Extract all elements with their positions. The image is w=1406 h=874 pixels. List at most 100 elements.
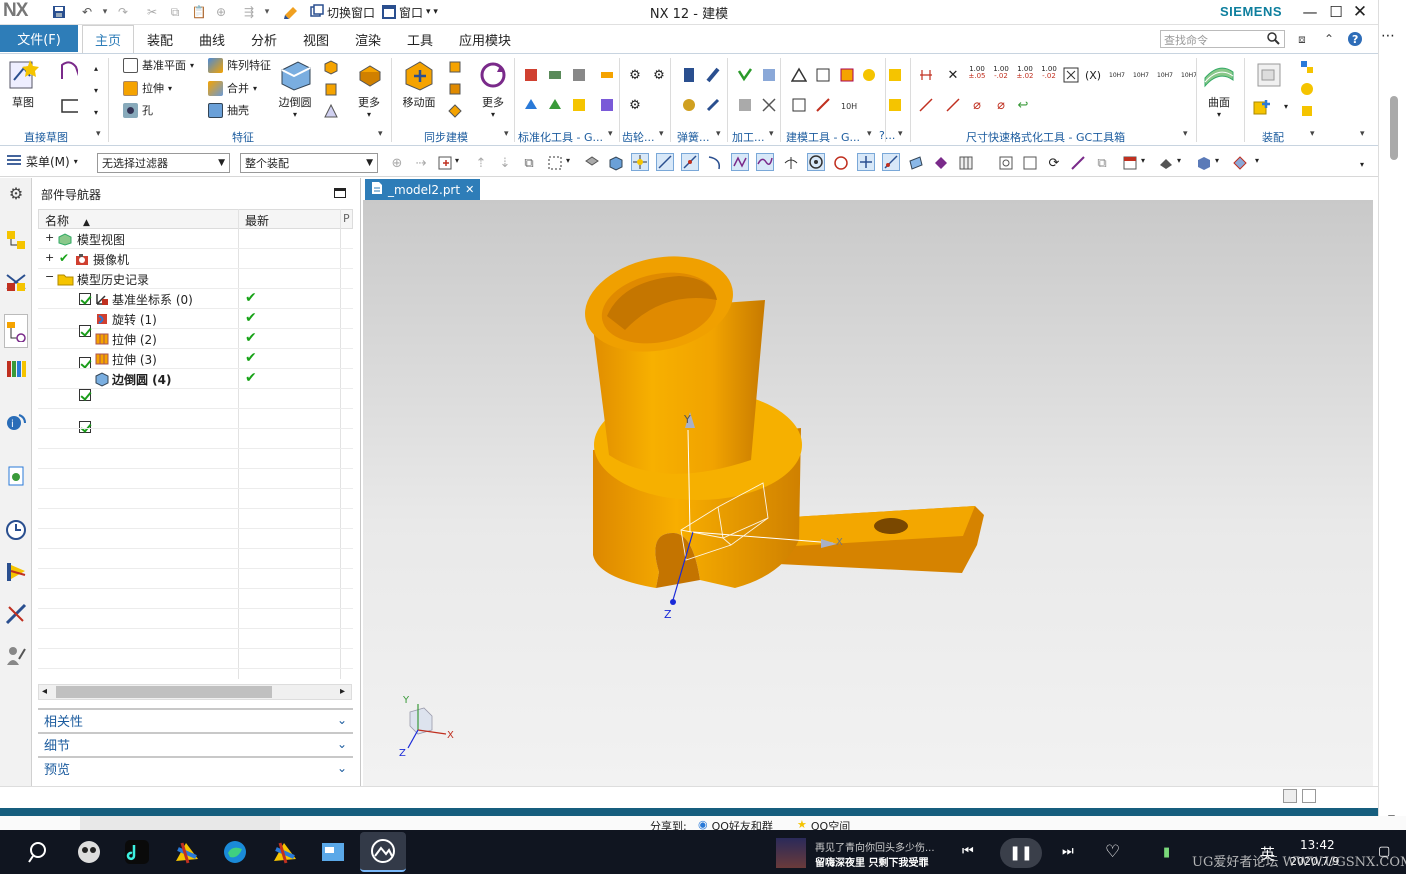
offset-region-icon[interactable] (446, 80, 464, 98)
tree-row[interactable] (38, 329, 353, 349)
zoom-view-icon[interactable] (1021, 154, 1039, 172)
close-tab-icon[interactable]: ✕ (465, 183, 474, 196)
dim-return-icon[interactable]: ↩ (1014, 96, 1032, 114)
chevron-down-icon[interactable]: ▾ (1215, 156, 1219, 165)
dim-format-4[interactable]: 1.00 -.02 (1040, 64, 1058, 82)
fit-view-icon[interactable] (997, 154, 1015, 172)
chevron-down-icon[interactable]: ▾ (504, 129, 509, 139)
select-face-icon[interactable] (583, 154, 601, 172)
chevron-down-icon[interactable]: ▾ (455, 156, 459, 165)
surface-button[interactable]: 曲面 ▾ (1202, 58, 1236, 119)
snap-disabled-icon[interactable]: ⊕ (388, 154, 406, 172)
datum-plane-button[interactable]: 基准平面 ▾ (123, 57, 194, 73)
snap-intersection-toggle[interactable] (756, 153, 774, 171)
chevron-down-icon[interactable]: ▾ (378, 129, 383, 139)
chevron-down-icon[interactable]: ▾ (1284, 102, 1288, 111)
build-tool-icon-5[interactable] (790, 96, 808, 114)
build-tool-icon-7[interactable]: 10H7 (840, 96, 858, 114)
close-icon[interactable]: ✕ (1349, 1, 1371, 23)
profile-icon[interactable] (60, 61, 78, 80)
taskbar-app-nx-icon[interactable] (172, 837, 202, 867)
dim-tool-icon-3[interactable] (944, 96, 962, 114)
chevron-down-icon[interactable]: ▾ (1141, 156, 1145, 165)
chevron-down-icon[interactable]: ▾ (1255, 156, 1259, 165)
assembly-tool-icon-2[interactable] (1298, 80, 1316, 98)
column-name-header[interactable]: 名称 ▲ (45, 212, 90, 229)
tree-row[interactable] (38, 369, 353, 389)
next-track-icon[interactable]: ⏭ (1062, 844, 1074, 859)
dim-box-x-icon[interactable] (1062, 66, 1080, 84)
notification-icon[interactable]: ▢ (1378, 844, 1390, 859)
taskbar-app-music-icon[interactable] (122, 837, 152, 867)
extrude-button[interactable]: 拉伸 ▾ (123, 80, 172, 96)
part-model[interactable]: Y X Z Y X Z (363, 200, 1373, 786)
std-part-icon-1[interactable] (522, 66, 540, 84)
tab-file[interactable]: 文件(F) (0, 25, 78, 52)
snap-control-toggle[interactable] (731, 153, 749, 171)
select-box-icon[interactable] (436, 154, 454, 172)
reuse-library-icon[interactable] (4, 356, 28, 380)
std-part-icon-6[interactable] (546, 96, 564, 114)
part-navigator-icon[interactable] (4, 314, 28, 348)
filter-icon[interactable]: ⧉ (520, 154, 538, 172)
tab-render[interactable]: 渲染 (346, 25, 390, 53)
dependencies-panel-header[interactable]: 相关性 ⌄ (38, 708, 353, 730)
std-part-icon-7[interactable] (570, 96, 588, 114)
taskbar-edge-icon[interactable] (220, 837, 250, 867)
chevron-up-icon[interactable]: ▴ (94, 64, 98, 73)
sketch-more-icon[interactable]: ▾ (94, 108, 98, 117)
section-view-icon[interactable] (1231, 154, 1249, 172)
dim-tool-icon-2[interactable] (917, 96, 935, 114)
sketch-button[interactable]: 草图 (6, 58, 40, 110)
snap-line-toggle[interactable] (656, 153, 674, 171)
chevron-down-icon[interactable]: ▾ (898, 129, 903, 139)
assembly-big-button[interactable] (1252, 58, 1286, 94)
chevron-down-icon[interactable]: ▾ (1183, 129, 1188, 139)
pull-face-icon[interactable] (446, 58, 464, 76)
machining-tool-icon-3[interactable] (736, 96, 754, 114)
std-part-icon-5[interactable] (522, 96, 540, 114)
battery-icon[interactable]: ▮ (1163, 845, 1170, 860)
chevron-down-icon[interactable]: ▾ (1177, 156, 1181, 165)
chevron-down-icon[interactable]: ▾ (716, 129, 721, 139)
spring-tool-icon-2[interactable] (704, 66, 722, 84)
status-icon-1[interactable] (1283, 789, 1297, 803)
dim-format-2[interactable]: 1.00 -.02 (992, 64, 1010, 82)
settings-icon[interactable]: ⚙ (4, 181, 28, 205)
shell-button[interactable]: 抽壳 (208, 102, 249, 118)
status-icon-2[interactable] (1302, 789, 1316, 803)
pan-view-icon[interactable] (1069, 154, 1087, 172)
dim-clear-icon[interactable]: ✕ (944, 66, 962, 84)
spring-tool-icon-4[interactable] (704, 96, 722, 114)
cylinder-icon[interactable] (322, 80, 340, 98)
chevron-down-icon[interactable]: ▾ (608, 129, 613, 139)
process-studio-icon[interactable] (4, 560, 28, 584)
gear-tool-icon-1[interactable]: ⚙ (626, 66, 644, 84)
tab-tools[interactable]: 工具 (398, 25, 442, 53)
std-part-icon-4[interactable] (598, 66, 616, 84)
machining-tool-icon-2[interactable] (760, 66, 778, 84)
taskbar-app-nx-icon-2[interactable] (270, 837, 300, 867)
hole-button[interactable]: 孔 (123, 102, 153, 118)
machining-tool-icon-1[interactable] (736, 66, 754, 84)
machining-tool-icon-4[interactable] (760, 96, 778, 114)
filter-disabled-icon-2[interactable]: ⇣ (496, 154, 514, 172)
block-icon[interactable] (322, 58, 340, 76)
taskbar-app-window-icon[interactable] (318, 837, 348, 867)
tab-application[interactable]: 应用模块 (452, 25, 518, 53)
chevron-down-icon[interactable]: ▾ (566, 156, 570, 165)
dim-fit-icon-2[interactable]: 10H7 (1130, 66, 1152, 84)
expand-icon[interactable]: + (45, 251, 54, 264)
collapse-icon[interactable]: − (45, 270, 54, 283)
scroll-right-icon[interactable]: ▸ (340, 686, 345, 697)
preview-panel-header[interactable]: 预览 ⌄ (38, 756, 353, 778)
std-part-icon-3[interactable] (570, 66, 588, 84)
snap-point-toggle[interactable] (631, 153, 649, 171)
menu-button[interactable]: 菜单(M) ▾ (6, 153, 78, 170)
ribbon-overflow-icon[interactable]: ▾ (1360, 129, 1365, 139)
column-more-header[interactable]: P (343, 212, 350, 225)
web-browser-icon[interactable] (4, 464, 28, 488)
triangle-tool-icon[interactable] (790, 66, 808, 84)
visibility-checkbox[interactable] (79, 293, 91, 305)
dim-diameter-icon-1[interactable]: ⌀ (968, 96, 986, 114)
